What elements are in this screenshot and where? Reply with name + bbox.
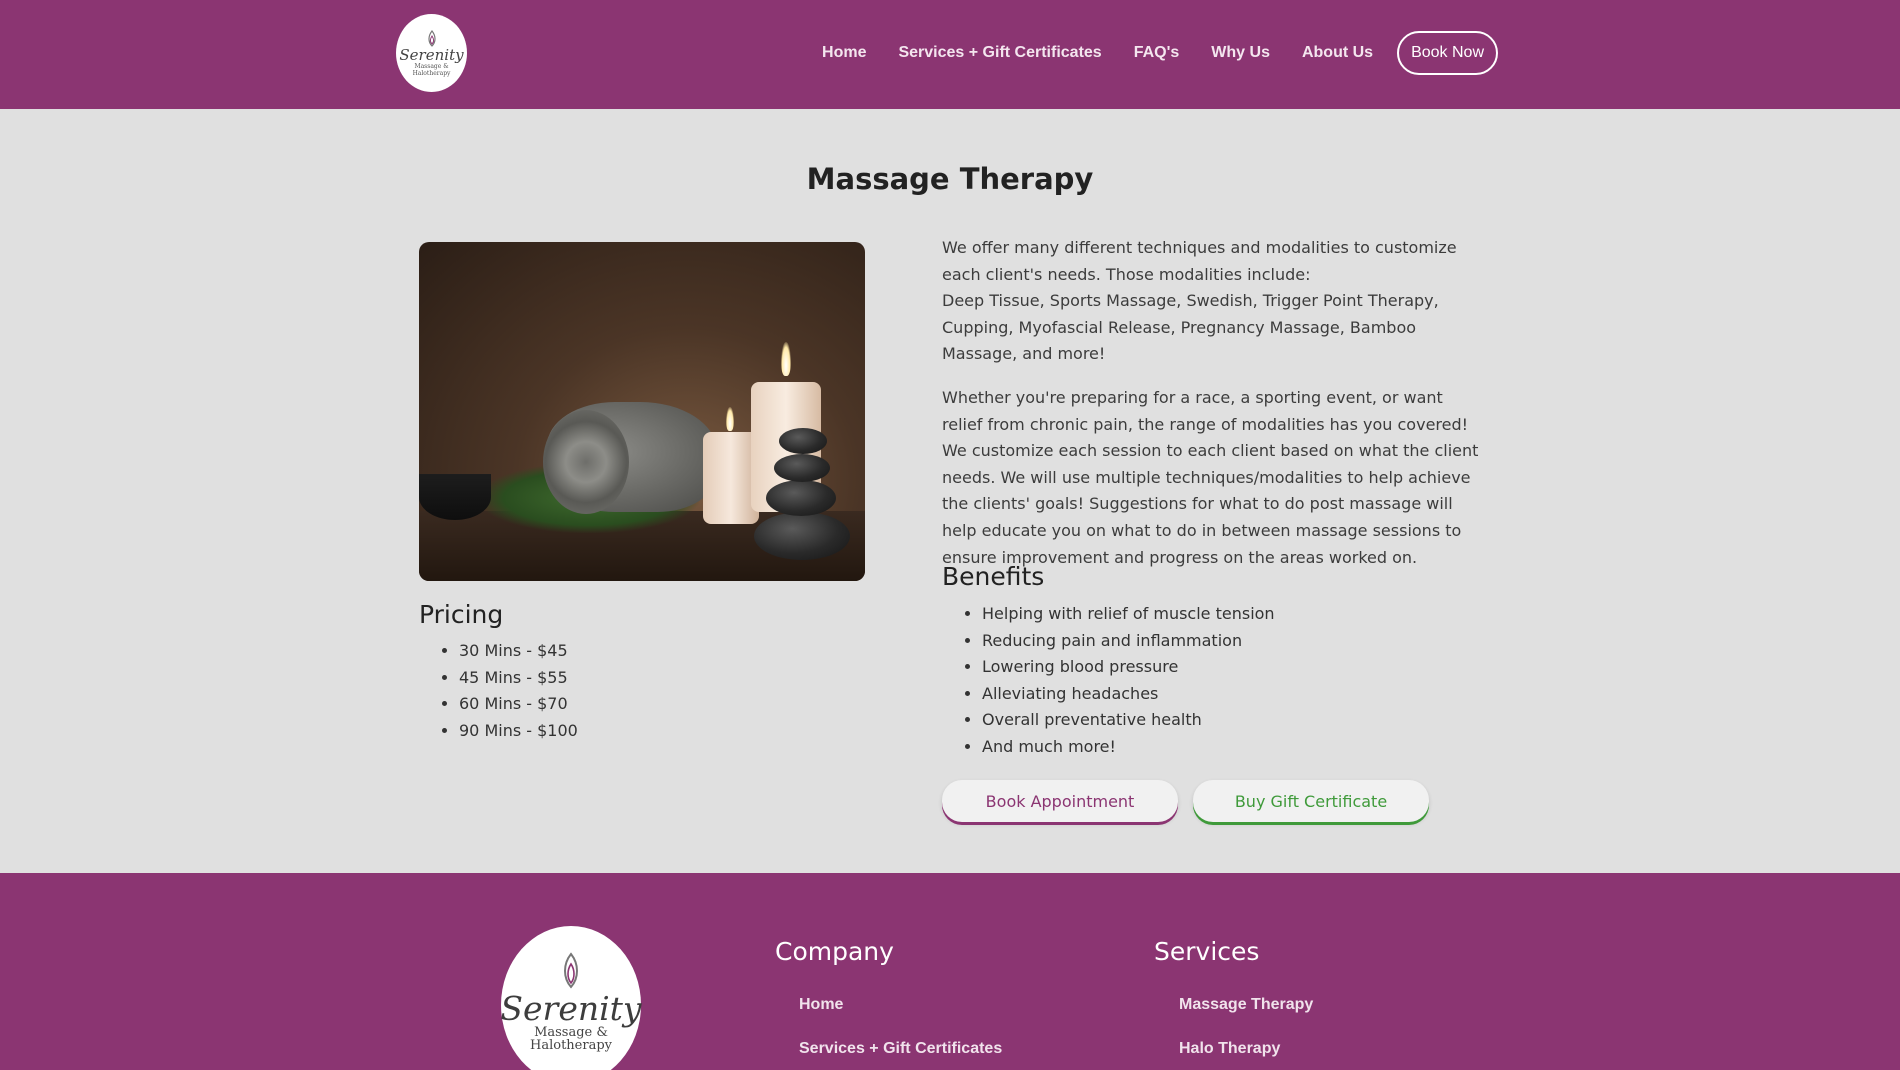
footer-link-services[interactable]: Services + Gift Certificates (799, 1040, 1002, 1058)
logo[interactable]: Serenity Massage & Halotherapy (396, 14, 467, 92)
benefit-item: Lowering blood pressure (982, 654, 1275, 681)
logo-sub: Massage & (414, 62, 449, 70)
modalities-text: Deep Tissue, Sports Massage, Swedish, Tr… (942, 291, 1439, 364)
benefit-item: Reducing pain and inflammation (982, 628, 1275, 655)
price-item: 60 Mins - $70 (459, 691, 578, 718)
massage-photo (419, 242, 865, 581)
nav-about-us[interactable]: About Us (1302, 44, 1373, 62)
lotus-icon (564, 952, 578, 989)
benefit-item: Overall preventative health (982, 707, 1275, 734)
description: We offer many different techniques and m… (942, 235, 1482, 588)
footer-services-heading: Services (1154, 937, 1260, 966)
benefits-list: Helping with relief of muscle tension Re… (982, 601, 1275, 761)
page-title: Massage Therapy (806, 162, 1094, 196)
nav-why-us[interactable]: Why Us (1211, 44, 1270, 62)
logo-brand: Serenity (399, 45, 464, 64)
buy-gift-certificate-button[interactable]: Buy Gift Certificate (1193, 780, 1429, 822)
benefit-item: Helping with relief of muscle tension (982, 601, 1275, 628)
logo-sub: Halotherapy (412, 69, 451, 77)
intro-text: We offer many different techniques and m… (942, 238, 1457, 284)
book-appointment-button[interactable]: Book Appointment (942, 780, 1178, 822)
nav-home[interactable]: Home (822, 44, 866, 62)
body-text: Whether you're preparing for a race, a s… (942, 387, 1479, 567)
pricing-heading: Pricing (419, 600, 504, 629)
price-item: 30 Mins - $45 (459, 638, 578, 665)
benefit-item: And much more! (982, 734, 1275, 761)
footer-logo[interactable]: Serenity Massage & Halotherapy (500, 926, 642, 1070)
book-now-button[interactable]: Book Now (1397, 31, 1498, 75)
benefit-item: Alleviating headaches (982, 681, 1275, 708)
footer-logo-brand: Serenity (500, 989, 642, 1028)
footer-company-heading: Company (775, 937, 894, 966)
footer-logo-sub: Halotherapy (530, 1038, 612, 1053)
footer-link-halo-therapy[interactable]: Halo Therapy (1179, 1040, 1280, 1058)
footer-link-massage-therapy[interactable]: Massage Therapy (1179, 996, 1313, 1014)
lotus-icon (427, 29, 436, 47)
benefits-heading: Benefits (942, 562, 1045, 591)
footer-link-home[interactable]: Home (799, 996, 843, 1014)
main-nav: Home Services + Gift Certificates FAQ's … (790, 30, 1498, 76)
nav-faqs[interactable]: FAQ's (1134, 44, 1180, 62)
nav-services[interactable]: Services + Gift Certificates (898, 44, 1101, 62)
price-item: 90 Mins - $100 (459, 718, 578, 745)
price-item: 45 Mins - $55 (459, 665, 578, 692)
pricing-list: 30 Mins - $45 45 Mins - $55 60 Mins - $7… (459, 638, 578, 744)
site-header: Serenity Massage & Halotherapy Home Serv… (0, 0, 1900, 109)
